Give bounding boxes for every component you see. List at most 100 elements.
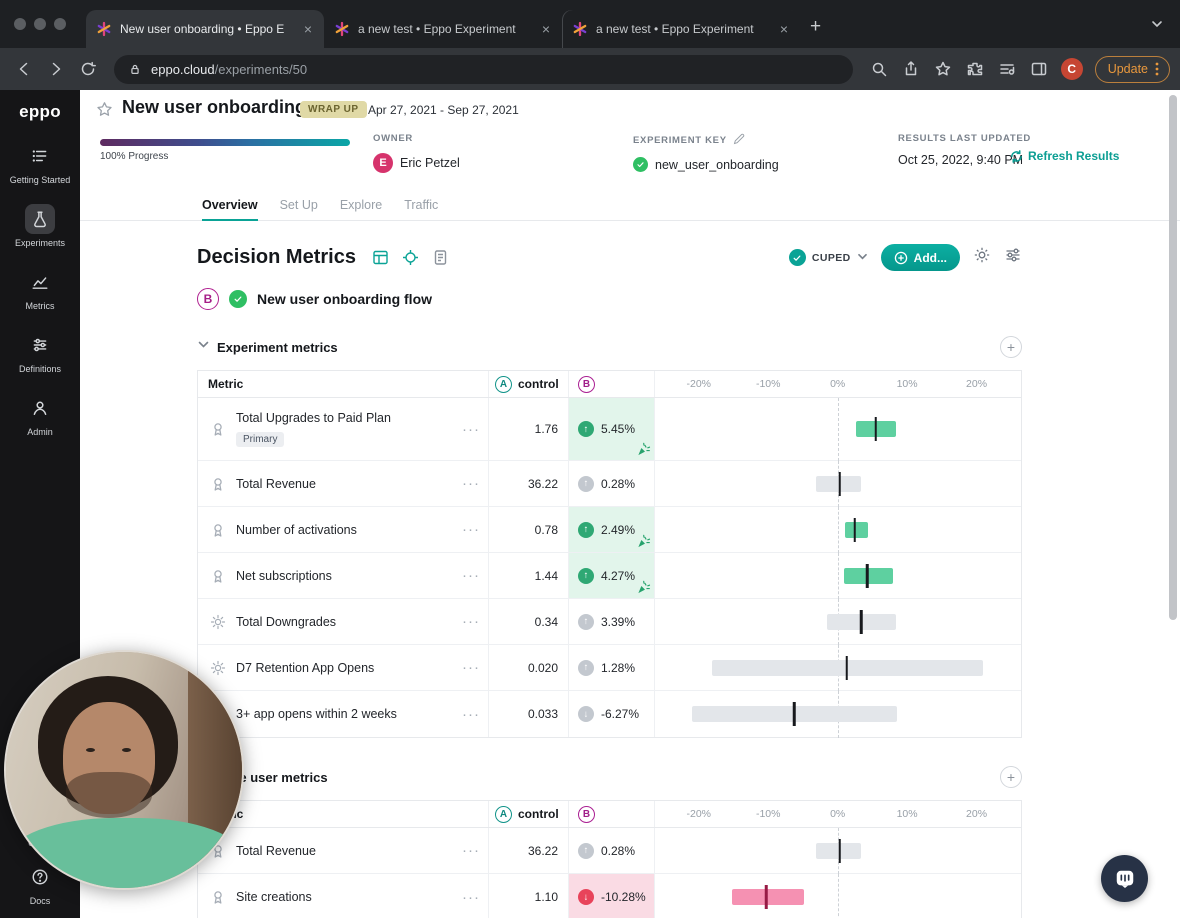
- sidebar-item-getting-started[interactable]: Getting Started: [0, 141, 80, 185]
- variant-name: New user onboarding flow: [257, 291, 433, 307]
- lift-value: 3.39%: [601, 614, 636, 629]
- filter-icon[interactable]: [1004, 246, 1022, 269]
- confetti-icon: [636, 580, 651, 595]
- row-menu-button[interactable]: ···: [462, 567, 480, 584]
- table-row: 3+ app opens within 2 weeks ··· 0.033 ↓ -6.2…: [198, 691, 1021, 738]
- plus-circle-icon: [894, 251, 907, 264]
- row-menu-button[interactable]: ···: [462, 421, 480, 438]
- update-button[interactable]: Update: [1094, 55, 1170, 83]
- experiment-key-value: new_user_onboarding: [655, 157, 779, 172]
- row-menu-button[interactable]: ···: [462, 706, 480, 723]
- tab-overview[interactable]: Overview: [202, 190, 258, 221]
- window-minimize-button[interactable]: [34, 18, 46, 30]
- forward-button[interactable]: [42, 55, 70, 83]
- new-tab-button[interactable]: +: [810, 16, 821, 38]
- refresh-results-label: Refresh Results: [1028, 149, 1120, 163]
- address-bar[interactable]: eppo.cloud/experiments/50: [114, 54, 853, 84]
- back-button[interactable]: [10, 55, 38, 83]
- extensions-icon[interactable]: [961, 55, 989, 83]
- settings-gear-icon[interactable]: [973, 246, 991, 269]
- lift-up-arrow-icon: ↑: [578, 475, 594, 492]
- reload-button[interactable]: [74, 55, 102, 83]
- sidebar-item-experiments[interactable]: Experiments: [0, 204, 80, 248]
- tab-explore[interactable]: Explore: [340, 190, 382, 220]
- ribbon-icon: [210, 889, 226, 905]
- columns-icon[interactable]: [372, 249, 389, 266]
- cuped-toggle[interactable]: CUPED: [788, 249, 868, 267]
- target-icon[interactable]: [402, 249, 419, 266]
- gear-icon: [210, 614, 226, 630]
- add-section-metric-button[interactable]: +: [1000, 336, 1022, 358]
- window-controls[interactable]: [14, 0, 66, 48]
- experiment-metrics-table: Metric A control B -20% -10% 0% 10% 20% Tota…: [197, 370, 1022, 738]
- window-zoom-button[interactable]: [54, 18, 66, 30]
- ribbon-icon: [210, 522, 226, 538]
- edit-pencil-icon[interactable]: [733, 133, 745, 148]
- row-menu-button[interactable]: ···: [462, 475, 480, 492]
- side-panel-icon[interactable]: [1025, 55, 1053, 83]
- metric-name: Total Revenue: [236, 476, 316, 491]
- media-controls-icon[interactable]: [993, 55, 1021, 83]
- lift-value: 0.28%: [601, 843, 636, 858]
- ribbon-icon: [210, 476, 226, 492]
- estimate-tick: [792, 702, 796, 726]
- row-menu-button[interactable]: ···: [462, 842, 480, 859]
- sidebar-item-metrics[interactable]: Metrics: [0, 267, 80, 311]
- ribbon-icon: [210, 568, 226, 584]
- admin-icon: [25, 393, 55, 423]
- intercom-chat-button[interactable]: [1101, 855, 1148, 902]
- axis-tick-label: 20%: [966, 808, 988, 820]
- lift-cell: ↑ 5.45%: [568, 398, 654, 460]
- bookmark-star-icon[interactable]: [929, 55, 957, 83]
- browser-tab[interactable]: New user onboarding • Eppo E ×: [86, 10, 324, 48]
- lift-value: -10.28%: [601, 890, 646, 904]
- window-close-button[interactable]: [14, 18, 26, 30]
- chevron-down-icon: [857, 249, 868, 267]
- metric-name: Number of activations: [236, 522, 357, 537]
- metric-name: 3+ app opens within 2 weeks: [236, 707, 397, 721]
- share-icon[interactable]: [897, 55, 925, 83]
- owner-block: OWNER E Eric Petzel: [373, 133, 460, 173]
- core-user-metrics-table: Metric A control B -20%-10%0%10%20% Tota…: [197, 800, 1022, 918]
- tab-close-icon[interactable]: ×: [540, 21, 552, 37]
- axis-tick-label: -20%: [686, 378, 711, 390]
- favorite-star-icon[interactable]: [96, 101, 113, 118]
- row-menu-button[interactable]: ···: [462, 659, 480, 676]
- row-menu-button[interactable]: ···: [462, 889, 480, 906]
- tab-set-up[interactable]: Set Up: [280, 190, 318, 220]
- control-value: 0.78: [488, 507, 568, 552]
- tab-title: a new test • Eppo Experiment: [358, 22, 516, 36]
- sidebar-item-admin[interactable]: Admin: [0, 393, 80, 437]
- browser-tab[interactable]: a new test • Eppo Experiment ×: [562, 10, 800, 48]
- add-section-metric-button[interactable]: +: [1000, 766, 1022, 788]
- primary-badge: Primary: [236, 432, 285, 447]
- profile-avatar[interactable]: C: [1060, 58, 1083, 80]
- tab-traffic[interactable]: Traffic: [404, 190, 438, 220]
- row-menu-button[interactable]: ···: [462, 613, 480, 630]
- estimate-tick: [765, 885, 768, 909]
- axis-tick-label: 0%: [830, 808, 846, 820]
- estimate-tick: [866, 563, 869, 588]
- tab-close-icon[interactable]: ×: [778, 21, 790, 37]
- refresh-results-button[interactable]: Refresh Results: [1010, 149, 1119, 163]
- sidebar-item-definitions[interactable]: Definitions: [0, 330, 80, 374]
- url-text: eppo.cloud/experiments/50: [151, 62, 307, 77]
- tab-search-chevron-icon[interactable]: [1150, 17, 1164, 31]
- status-badge: WRAP UP: [300, 101, 367, 118]
- variant-b-badge: B: [578, 805, 595, 823]
- scrollbar-thumb[interactable]: [1169, 95, 1177, 620]
- confidence-interval-cell: [654, 828, 1021, 874]
- search-icon[interactable]: [865, 55, 893, 83]
- table-row: D7 Retention App Opens ··· 0.020 ↑ 1.28%: [198, 645, 1021, 691]
- estimate-tick: [874, 417, 877, 441]
- clipboard-icon[interactable]: [432, 249, 449, 266]
- confidence-interval-cell: [654, 507, 1021, 553]
- browser-tab[interactable]: a new test • Eppo Experiment ×: [324, 10, 562, 48]
- add-metric-button[interactable]: Add...: [880, 244, 960, 271]
- lock-icon: [131, 64, 139, 74]
- tab-close-icon[interactable]: ×: [302, 21, 314, 37]
- section-chevron-icon[interactable]: [197, 338, 210, 356]
- eppo-favicon: [96, 21, 112, 37]
- webcam-person-beard: [66, 772, 152, 818]
- row-menu-button[interactable]: ···: [462, 521, 480, 538]
